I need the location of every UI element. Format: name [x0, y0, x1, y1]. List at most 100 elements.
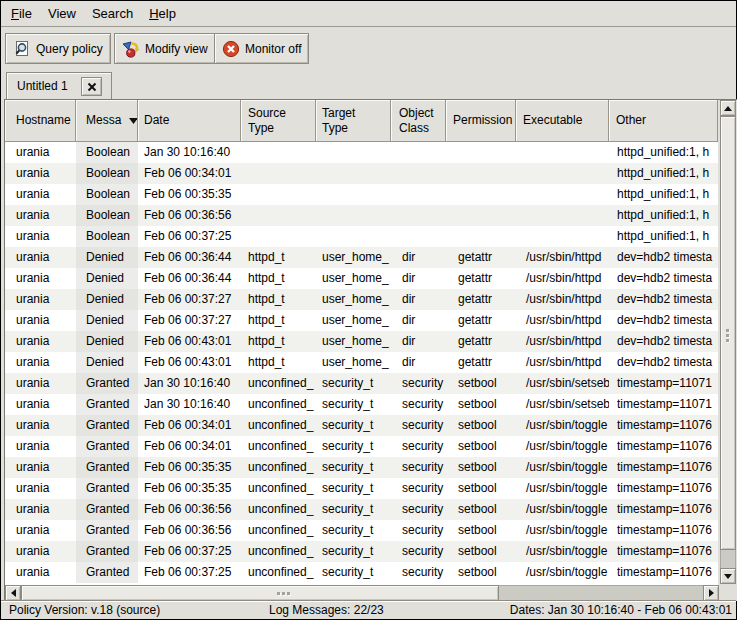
vertical-scrollbar[interactable]: [720, 100, 736, 584]
table-row[interactable]: uraniaGrantedJan 30 10:16:40unconfined_s…: [5, 373, 718, 394]
table-row[interactable]: uraniaGrantedFeb 06 00:34:01unconfined_s…: [5, 415, 718, 436]
table-row[interactable]: uraniaGrantedFeb 06 00:37:25unconfined_s…: [5, 541, 718, 562]
column-header-permission[interactable]: Permission: [446, 100, 516, 142]
table-cell-hostname: urania: [5, 373, 76, 394]
horizontal-scrollbar[interactable]: [5, 585, 719, 601]
table-row[interactable]: uraniaDeniedFeb 06 00:37:27httpd_tuser_h…: [5, 310, 718, 331]
table-cell-other: timestamp=11076: [609, 457, 718, 478]
modify-view-button[interactable]: Modify view: [114, 33, 216, 64]
table-cell-executable: [516, 226, 609, 247]
arrow-down-icon: [724, 574, 732, 579]
scroll-left-button[interactable]: [5, 585, 21, 601]
table-cell-target-type: security_t: [316, 520, 391, 541]
table-cell-executable: /usr/sbin/toggle: [516, 520, 609, 541]
table-cell-message: Granted: [76, 394, 138, 415]
table-cell-source-type: httpd_t: [241, 310, 316, 331]
table-row[interactable]: uraniaBooleanFeb 06 00:37:25httpd_unifie…: [5, 226, 718, 247]
column-header-hostname[interactable]: Hostname: [5, 100, 76, 142]
table-row[interactable]: uraniaBooleanJan 30 10:16:40httpd_unifie…: [5, 142, 718, 163]
table-cell-hostname: urania: [5, 436, 76, 457]
table-cell-message: Boolean: [76, 163, 138, 184]
table-cell-message: Boolean: [76, 205, 138, 226]
tab-close-button[interactable]: [81, 77, 102, 96]
table-row[interactable]: uraniaGrantedJan 30 10:16:40unconfined_s…: [5, 394, 718, 415]
policy-version-status: Policy Version: v.18 (source): [9, 603, 160, 618]
column-header-source-type[interactable]: Source Type: [241, 100, 316, 142]
table-cell-target-type: security_t: [316, 436, 391, 457]
scroll-right-button[interactable]: [703, 585, 719, 601]
table-cell-date: Feb 06 00:34:01: [138, 163, 241, 184]
column-header-date[interactable]: Date: [138, 100, 241, 142]
column-header-message[interactable]: Messa: [76, 100, 138, 142]
table-cell-date: Feb 06 00:37:25: [138, 226, 241, 247]
table-cell-executable: /usr/sbin/toggle: [516, 415, 609, 436]
table-row[interactable]: uraniaGrantedFeb 06 00:34:01unconfined_s…: [5, 436, 718, 457]
vertical-scrollbar-thumb[interactable]: [720, 116, 736, 550]
tab-untitled-1[interactable]: Untitled 1: [6, 72, 112, 99]
table-cell-permission: [446, 163, 516, 184]
table-cell-object-class: [391, 205, 446, 226]
column-header-label: Source Type: [248, 106, 286, 136]
column-header-target-type[interactable]: Target Type: [316, 100, 391, 142]
table-row[interactable]: uraniaBooleanFeb 06 00:36:56httpd_unifie…: [5, 205, 718, 226]
table-cell-permission: setbool: [446, 457, 516, 478]
table-row[interactable]: uraniaDeniedFeb 06 00:43:01httpd_tuser_h…: [5, 352, 718, 373]
column-header-executable[interactable]: Executable: [516, 100, 609, 142]
arrow-up-icon: [724, 106, 732, 111]
table-row[interactable]: uraniaGrantedFeb 06 00:35:35unconfined_s…: [5, 457, 718, 478]
scroll-down-button[interactable]: [720, 568, 736, 584]
monitor-off-button[interactable]: Monitor off: [214, 33, 309, 64]
table-row[interactable]: uraniaGrantedFeb 06 00:35:35unconfined_s…: [5, 478, 718, 499]
table-row[interactable]: uraniaGrantedFeb 06 00:37:25unconfined_s…: [5, 562, 718, 583]
table-row[interactable]: uraniaDeniedFeb 06 00:36:44httpd_tuser_h…: [5, 247, 718, 268]
table-cell-other: timestamp=11076: [609, 499, 718, 520]
menu-view[interactable]: View: [40, 1, 84, 27]
table-cell-target-type: [316, 205, 391, 226]
menu-search[interactable]: Search: [84, 1, 141, 27]
table-cell-object-class: dir: [391, 268, 446, 289]
table-cell-source-type: httpd_t: [241, 289, 316, 310]
arrow-right-icon: [709, 589, 714, 597]
table-cell-date: Feb 06 00:35:35: [138, 184, 241, 205]
table-cell-date: Feb 06 00:34:01: [138, 436, 241, 457]
table-row[interactable]: uraniaGrantedFeb 06 00:36:56unconfined_s…: [5, 520, 718, 541]
table-row[interactable]: uraniaDeniedFeb 06 00:43:01httpd_tuser_h…: [5, 331, 718, 352]
table-cell-permission: [446, 226, 516, 247]
table-cell-source-type: [241, 205, 316, 226]
table-cell-object-class: security: [391, 415, 446, 436]
table-cell-target-type: user_home_: [316, 331, 391, 352]
monitor-off-label: Monitor off: [245, 42, 301, 56]
column-header-object-class[interactable]: Object Class: [391, 100, 446, 142]
scroll-up-button[interactable]: [720, 100, 736, 116]
table-cell-target-type: user_home_: [316, 289, 391, 310]
table-cell-executable: [516, 163, 609, 184]
column-header-other[interactable]: Other: [609, 100, 718, 142]
table-cell-target-type: [316, 226, 391, 247]
table-cell-executable: /usr/sbin/toggle: [516, 562, 609, 583]
table-cell-source-type: httpd_t: [241, 268, 316, 289]
table-cell-other: timestamp=11076: [609, 478, 718, 499]
menu-file[interactable]: File: [3, 1, 40, 27]
query-policy-button[interactable]: Query policy: [5, 33, 111, 64]
table-cell-date: Jan 30 10:16:40: [138, 142, 241, 163]
table-cell-permission: setbool: [446, 478, 516, 499]
table-cell-other: dev=hdb2 timesta: [609, 247, 718, 268]
table-row[interactable]: uraniaDeniedFeb 06 00:37:27httpd_tuser_h…: [5, 289, 718, 310]
table-cell-message: Granted: [76, 373, 138, 394]
table-row[interactable]: uraniaBooleanFeb 06 00:34:01httpd_unifie…: [5, 163, 718, 184]
column-header-label: Object Class: [399, 106, 434, 136]
table-row[interactable]: uraniaBooleanFeb 06 00:35:35httpd_unifie…: [5, 184, 718, 205]
table-cell-date: Feb 06 00:36:44: [138, 268, 241, 289]
table-cell-date: Feb 06 00:37:27: [138, 310, 241, 331]
table-cell-executable: /usr/sbin/toggle: [516, 499, 609, 520]
table-cell-other: httpd_unified:1, h: [609, 184, 718, 205]
horizontal-scrollbar-thumb[interactable]: [21, 585, 499, 601]
menu-help[interactable]: Help: [141, 1, 184, 27]
table-cell-permission: getattr: [446, 310, 516, 331]
sort-descending-icon: [129, 118, 137, 124]
table-row[interactable]: uraniaGrantedFeb 06 00:36:56unconfined_s…: [5, 499, 718, 520]
table-row[interactable]: uraniaDeniedFeb 06 00:36:44httpd_tuser_h…: [5, 268, 718, 289]
table-cell-permission: getattr: [446, 268, 516, 289]
table-cell-source-type: [241, 142, 316, 163]
table-cell-executable: /usr/sbin/toggle: [516, 541, 609, 562]
